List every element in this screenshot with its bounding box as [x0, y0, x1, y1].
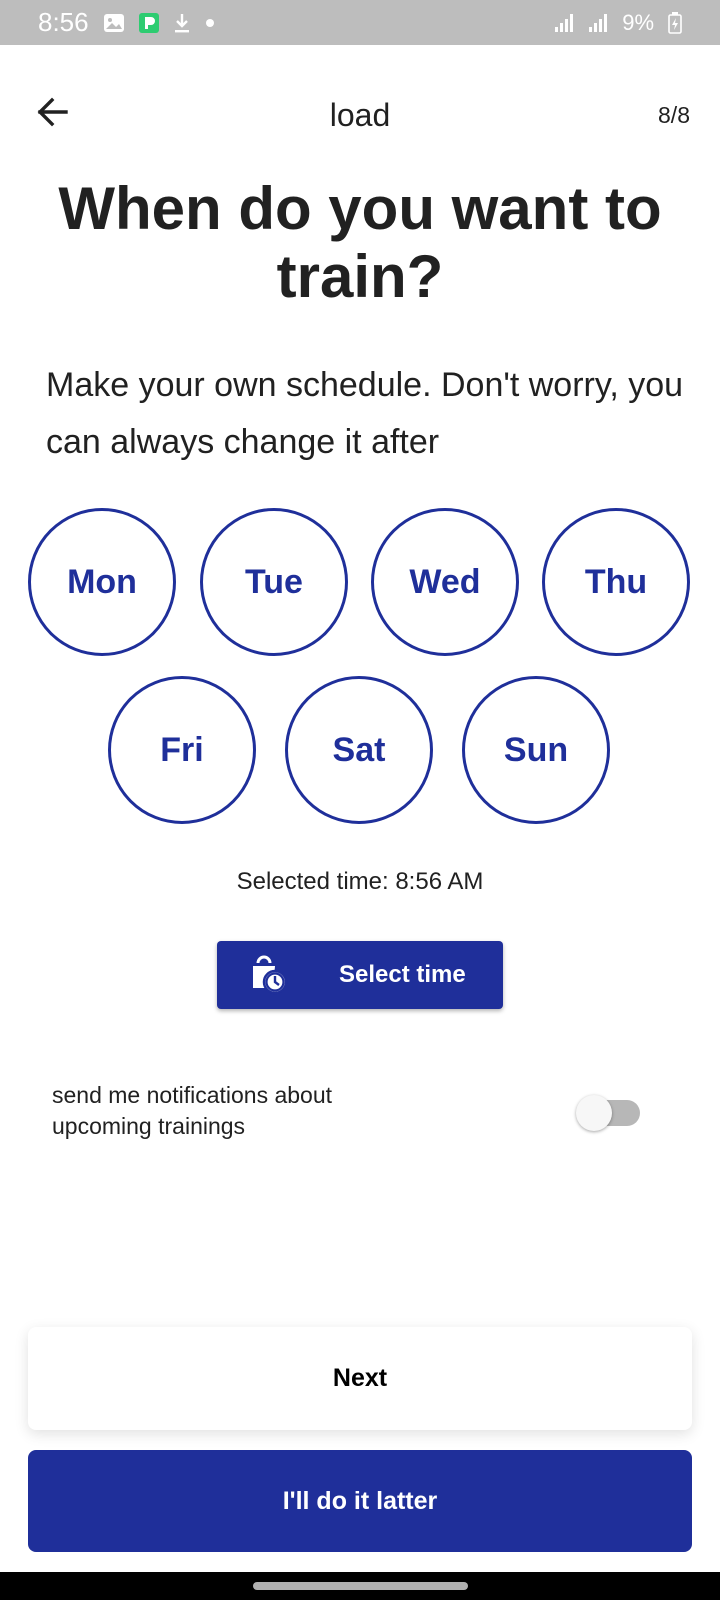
page-title: When do you want to train? [58, 175, 662, 310]
status-left: 8:56 [38, 7, 215, 38]
notifications-label: send me notifications about upcoming tra… [52, 1082, 333, 1139]
step-counter: 8/8 [658, 101, 690, 128]
home-indicator[interactable] [253, 1582, 468, 1590]
day-button-fri[interactable]: Fri [108, 676, 256, 824]
day-button-mon[interactable]: Mon [28, 508, 176, 656]
day-button-wed[interactable]: Wed [371, 508, 519, 656]
battery-icon [668, 11, 682, 34]
selected-time-text: Selected time: 8:56 AM [236, 868, 484, 895]
app-bar: load 8/8 [0, 80, 720, 150]
download-icon [173, 13, 191, 33]
app-title: load [329, 96, 391, 133]
toggle-thumb [576, 1095, 612, 1131]
page-subtitle: Make your own schedule. Don't worry, you… [46, 366, 684, 461]
clock-bag-icon [253, 955, 288, 995]
do-it-later-button[interactable]: I'll do it latter [28, 1450, 692, 1552]
select-time-label: Select time [339, 961, 466, 988]
next-button[interactable]: Next [28, 1327, 692, 1430]
system-nav-bar [0, 1572, 720, 1600]
day-button-sat[interactable]: Sat [285, 676, 433, 824]
dot-icon [205, 18, 215, 28]
signal-icon [554, 13, 574, 33]
status-time: 8:56 [38, 7, 89, 37]
status-right: 9% [554, 10, 682, 36]
notifications-toggle[interactable] [576, 1095, 646, 1131]
select-time-button[interactable]: Select time [217, 941, 503, 1009]
signal-icon [588, 13, 608, 33]
battery-percent: 9% [622, 9, 654, 35]
day-button-tue[interactable]: Tue [200, 508, 348, 656]
app-icon [138, 12, 159, 33]
day-button-sun[interactable]: Sun [462, 676, 610, 824]
gallery-icon [103, 13, 125, 33]
day-button-thu[interactable]: Thu [542, 508, 690, 656]
status-bar: 8:56 9% [0, 0, 720, 45]
